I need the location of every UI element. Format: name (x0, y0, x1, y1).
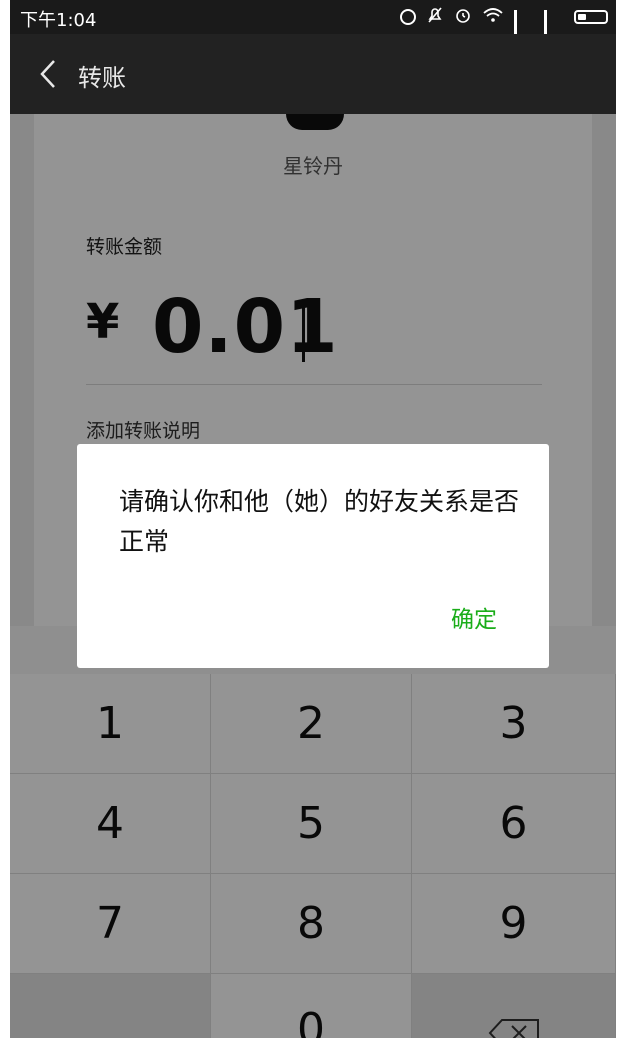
battery-icon (574, 10, 608, 24)
dialog-message: 请确认你和他（她）的好友关系是否正常 (119, 487, 520, 556)
status-time: 下午1:04 (20, 10, 97, 31)
chevron-left-icon[interactable] (32, 56, 68, 92)
bell-off-icon (426, 6, 444, 28)
phone-screen: 下午1:04 转账 星铃丹 转账金额 ¥ 0.01 添加转账说明 1 2 3 4… (10, 0, 616, 1038)
page-title: 转账 (78, 64, 126, 92)
confirm-dialog: 请确认你和他（她）的好友关系是否正常 确定 (77, 444, 549, 668)
nav-bar: 转账 (10, 34, 616, 114)
status-icons (400, 6, 608, 44)
status-bar: 下午1:04 (10, 0, 616, 44)
confirm-button[interactable]: 确定 (451, 600, 497, 634)
alarm-icon (454, 6, 472, 28)
ring-icon (400, 9, 416, 25)
signal-icon (514, 10, 534, 44)
wifi-icon (482, 7, 504, 27)
signal-icon (544, 10, 564, 44)
